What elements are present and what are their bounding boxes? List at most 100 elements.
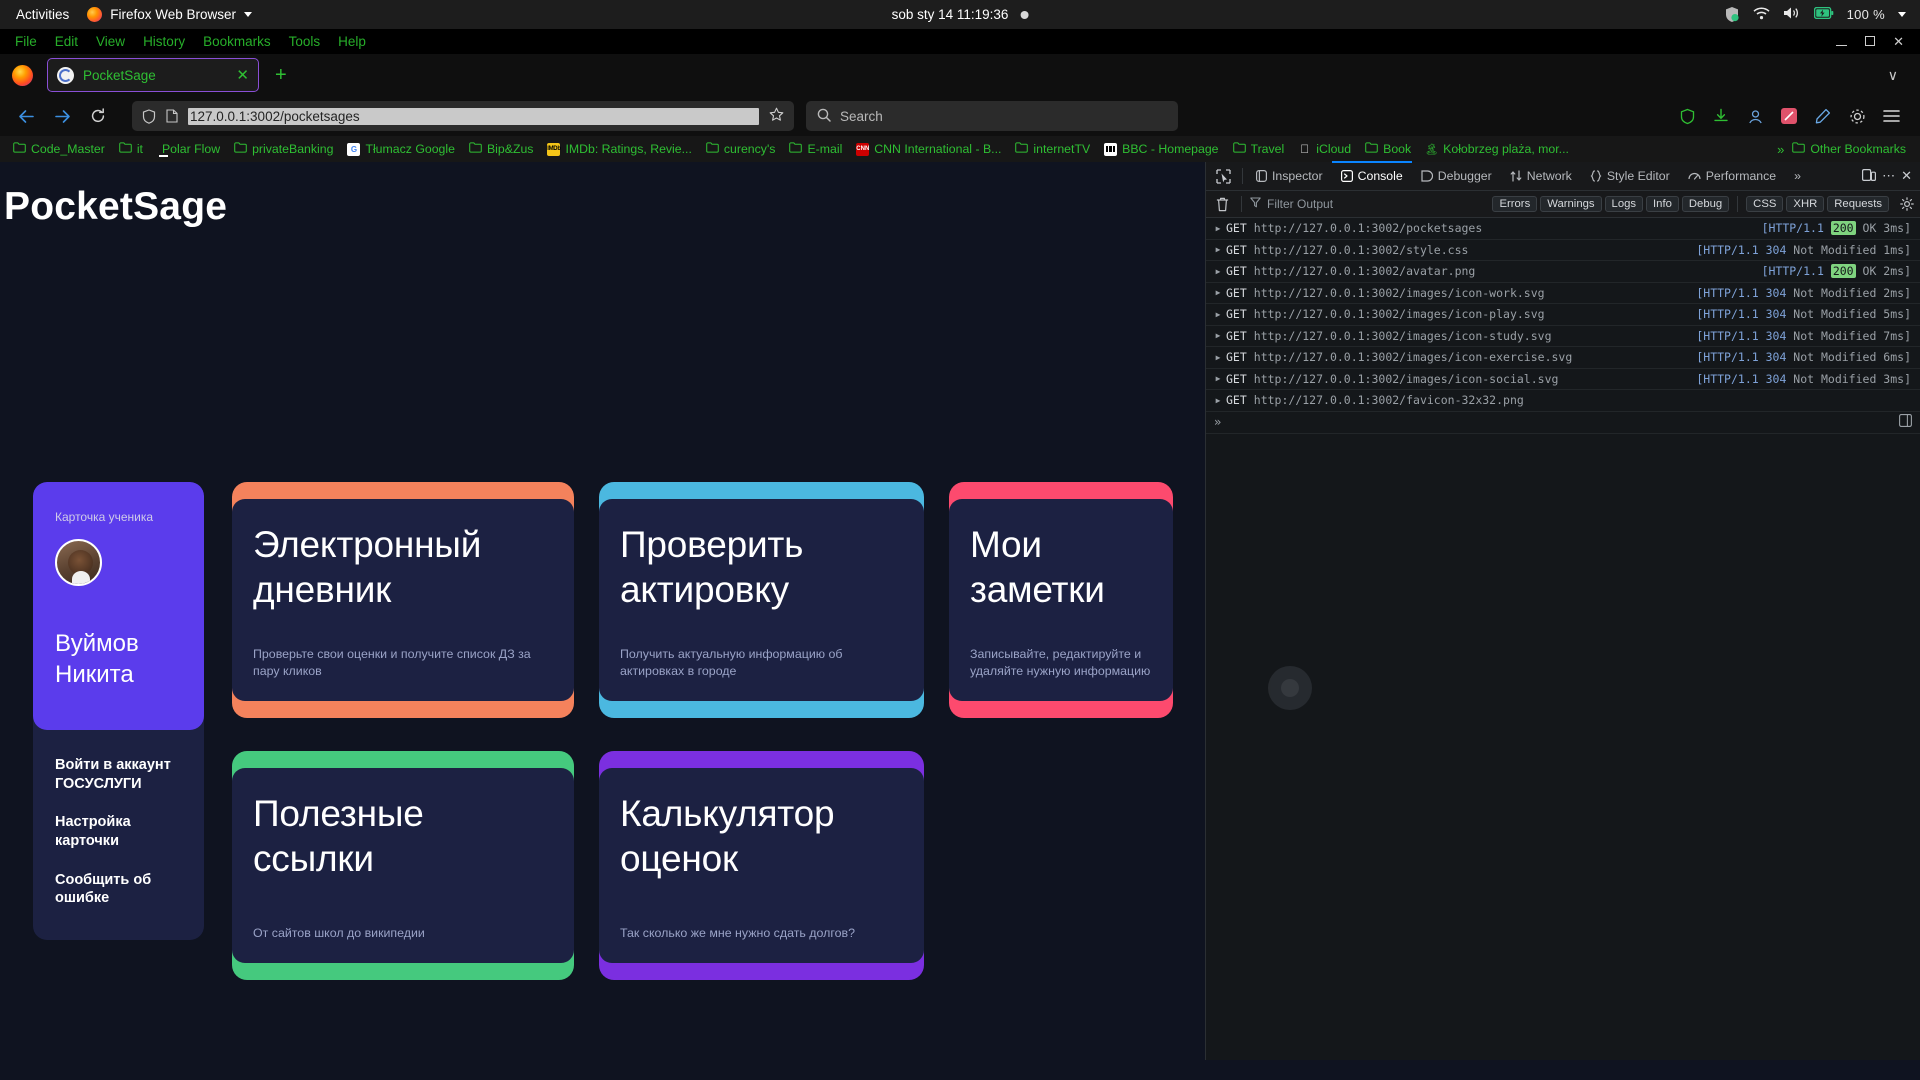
console-row[interactable]: ▶ GET http://127.0.0.1:3002/images/icon-so… bbox=[1206, 369, 1920, 390]
filter-output-input[interactable]: Filter Output bbox=[1250, 197, 1484, 211]
expand-row-icon[interactable]: ▶ bbox=[1210, 374, 1226, 383]
console-prompt[interactable]: » bbox=[1206, 412, 1920, 434]
filter-debug[interactable]: Debug bbox=[1681, 196, 1730, 212]
search-bar[interactable]: Search bbox=[806, 101, 1178, 131]
bookmark-item[interactable]: Bip&Zus bbox=[462, 142, 540, 156]
menu-tools[interactable]: Tools bbox=[280, 32, 330, 51]
expand-row-icon[interactable]: ▶ bbox=[1210, 267, 1226, 276]
back-button[interactable] bbox=[10, 101, 42, 131]
filter-errors[interactable]: Errors bbox=[1492, 196, 1538, 212]
responsive-mode-icon[interactable] bbox=[1862, 168, 1877, 185]
search-input[interactable]: Search bbox=[840, 109, 883, 124]
filter-warnings[interactable]: Warnings bbox=[1540, 196, 1602, 212]
expand-row-icon[interactable]: ▶ bbox=[1210, 245, 1226, 254]
tab-console[interactable]: Console bbox=[1331, 161, 1412, 190]
page-info-icon[interactable] bbox=[166, 109, 178, 123]
console-row[interactable]: ▶ GET http://127.0.0.1:3002/images/icon-st… bbox=[1206, 326, 1920, 347]
menu-view[interactable]: View bbox=[87, 32, 134, 51]
menu-history[interactable]: History bbox=[134, 32, 194, 51]
other-bookmarks-button[interactable]: Other Bookmarks bbox=[1792, 142, 1914, 156]
profile-link-report-error[interactable]: Сообщить об ошибке bbox=[55, 871, 182, 908]
filter-css[interactable]: CSS bbox=[1746, 196, 1784, 212]
bookmark-item[interactable]: CNN CNN International - B... bbox=[849, 142, 1008, 156]
bookmarks-overflow-button[interactable]: » bbox=[1769, 142, 1792, 157]
clear-console-icon[interactable] bbox=[1212, 197, 1233, 212]
console-editor-toggle-icon[interactable] bbox=[1899, 414, 1912, 430]
bookmark-star-icon[interactable] bbox=[769, 107, 784, 125]
bookmark-item[interactable]: Code_Master bbox=[6, 142, 112, 156]
console-row[interactable]: ▶ GET http://127.0.0.1:3002/favicon-32x32.… bbox=[1206, 390, 1920, 412]
bookmark-item[interactable]: privateBanking bbox=[227, 142, 340, 156]
menu-help[interactable]: Help bbox=[329, 32, 375, 51]
filter-requests[interactable]: Requests bbox=[1827, 196, 1889, 212]
expand-row-icon[interactable]: ▶ bbox=[1210, 396, 1226, 405]
activities-button[interactable]: Activities bbox=[16, 7, 69, 22]
devtools-tabs-overflow[interactable]: » bbox=[1785, 162, 1810, 190]
menu-bookmarks[interactable]: Bookmarks bbox=[194, 32, 280, 51]
tile-aktirovka[interactable]: Проверить актировку Получить актуальную … bbox=[599, 482, 924, 718]
downloads-icon[interactable] bbox=[1706, 101, 1736, 131]
tile-useful-links[interactable]: Полезные ссылки От сайтов школ до википе… bbox=[232, 751, 574, 980]
filter-info[interactable]: Info bbox=[1646, 196, 1679, 212]
expand-row-icon[interactable]: ▶ bbox=[1210, 310, 1226, 319]
tile-notes[interactable]: Мои заметки Записывайте, редактируйте и … bbox=[949, 482, 1173, 718]
bookmark-item[interactable]: IMDb IMDb: Ratings, Revie... bbox=[540, 142, 698, 156]
shield-toolbar-icon[interactable] bbox=[1672, 101, 1702, 131]
bookmark-item[interactable]: BBC - Homepage bbox=[1097, 142, 1225, 156]
expand-row-icon[interactable]: ▶ bbox=[1210, 224, 1226, 233]
bookmark-item[interactable]: Travel bbox=[1226, 142, 1292, 156]
gear-icon[interactable] bbox=[1842, 101, 1872, 131]
tab-style-editor[interactable]: Style Editor bbox=[1581, 162, 1679, 190]
tab-network[interactable]: Network bbox=[1501, 162, 1581, 190]
profile-link-gosuslugi[interactable]: Войти в аккаунт ГОСУСЛУГИ bbox=[55, 756, 182, 793]
minimize-button[interactable] bbox=[1836, 35, 1848, 48]
console-row[interactable]: ▶ GET http://127.0.0.1:3002/avatar.png [HTT… bbox=[1206, 261, 1920, 283]
tracking-protection-shield-icon[interactable] bbox=[142, 108, 156, 124]
expand-row-icon[interactable]: ▶ bbox=[1210, 331, 1226, 340]
edit-icon[interactable] bbox=[1808, 101, 1838, 131]
gnome-status-area[interactable]: 100 % bbox=[1724, 6, 1920, 23]
new-tab-button[interactable]: + bbox=[267, 65, 295, 85]
bookmark-item[interactable]: it bbox=[112, 142, 150, 156]
reload-button[interactable] bbox=[82, 101, 114, 131]
expand-row-icon[interactable]: ▶ bbox=[1210, 353, 1226, 362]
tile-diary[interactable]: Электронный дневник Проверьте свои оценк… bbox=[232, 482, 574, 718]
tab-pocketsage[interactable]: PocketSage ✕ bbox=[47, 58, 259, 92]
console-row[interactable]: ▶ GET http://127.0.0.1:3002/style.css [HTTP… bbox=[1206, 240, 1920, 261]
element-picker-icon[interactable] bbox=[1208, 162, 1238, 190]
tab-performance[interactable]: Performance bbox=[1679, 162, 1785, 190]
bookmark-item[interactable]: Book bbox=[1358, 142, 1418, 156]
console-row[interactable]: ▶ GET http://127.0.0.1:3002/pocketsages [HT… bbox=[1206, 218, 1920, 240]
expand-row-icon[interactable]: ▶ bbox=[1210, 288, 1226, 297]
tile-grade-calculator[interactable]: Калькулятор оценок Так сколько же мне ну… bbox=[599, 751, 924, 980]
close-tab-icon[interactable]: ✕ bbox=[236, 68, 249, 83]
console-row[interactable]: ▶ GET http://127.0.0.1:3002/images/icon-pl… bbox=[1206, 304, 1920, 326]
account-icon[interactable] bbox=[1740, 101, 1770, 131]
menu-edit[interactable]: Edit bbox=[46, 32, 87, 51]
close-window-button[interactable]: ✕ bbox=[1893, 35, 1904, 48]
bookmark-item[interactable]: curency's bbox=[699, 142, 783, 156]
filter-xhr[interactable]: XHR bbox=[1786, 196, 1825, 212]
bookmark-item[interactable]: 🏝 Kołobrzeg plaża, mor... bbox=[1418, 142, 1576, 156]
devtools-close-icon[interactable]: ✕ bbox=[1901, 168, 1912, 184]
bookmark-item[interactable]: Polar Flow bbox=[150, 142, 227, 156]
app-menu-hamburger-icon[interactable] bbox=[1876, 101, 1906, 131]
filter-logs[interactable]: Logs bbox=[1604, 196, 1644, 212]
app-menu-button[interactable]: Firefox Web Browser bbox=[87, 7, 253, 22]
menu-file[interactable]: File bbox=[6, 32, 46, 51]
extension-icon[interactable] bbox=[1774, 101, 1804, 131]
console-settings-gear-icon[interactable] bbox=[1897, 197, 1914, 211]
maximize-button[interactable] bbox=[1865, 35, 1876, 48]
bookmark-item[interactable]: internetTV bbox=[1008, 142, 1097, 156]
bookmark-item[interactable]:  iCloud bbox=[1291, 142, 1358, 156]
list-all-tabs-button[interactable]: ∨ bbox=[1888, 67, 1912, 84]
tab-debugger[interactable]: Debugger bbox=[1412, 162, 1501, 190]
console-row[interactable]: ▶ GET http://127.0.0.1:3002/images/icon-wo… bbox=[1206, 283, 1920, 304]
url-bar[interactable]: 127.0.0.1:3002/pocketsages bbox=[132, 101, 794, 131]
url-input[interactable]: 127.0.0.1:3002/pocketsages bbox=[188, 107, 759, 125]
devtools-meatball-menu-icon[interactable]: ⋯ bbox=[1882, 168, 1895, 184]
console-row[interactable]: ▶ GET http://127.0.0.1:3002/images/icon-ex… bbox=[1206, 347, 1920, 369]
forward-button[interactable] bbox=[46, 101, 78, 131]
profile-link-card-settings[interactable]: Настройка карточки bbox=[55, 813, 182, 850]
bookmark-item[interactable]: E-mail bbox=[782, 142, 849, 156]
